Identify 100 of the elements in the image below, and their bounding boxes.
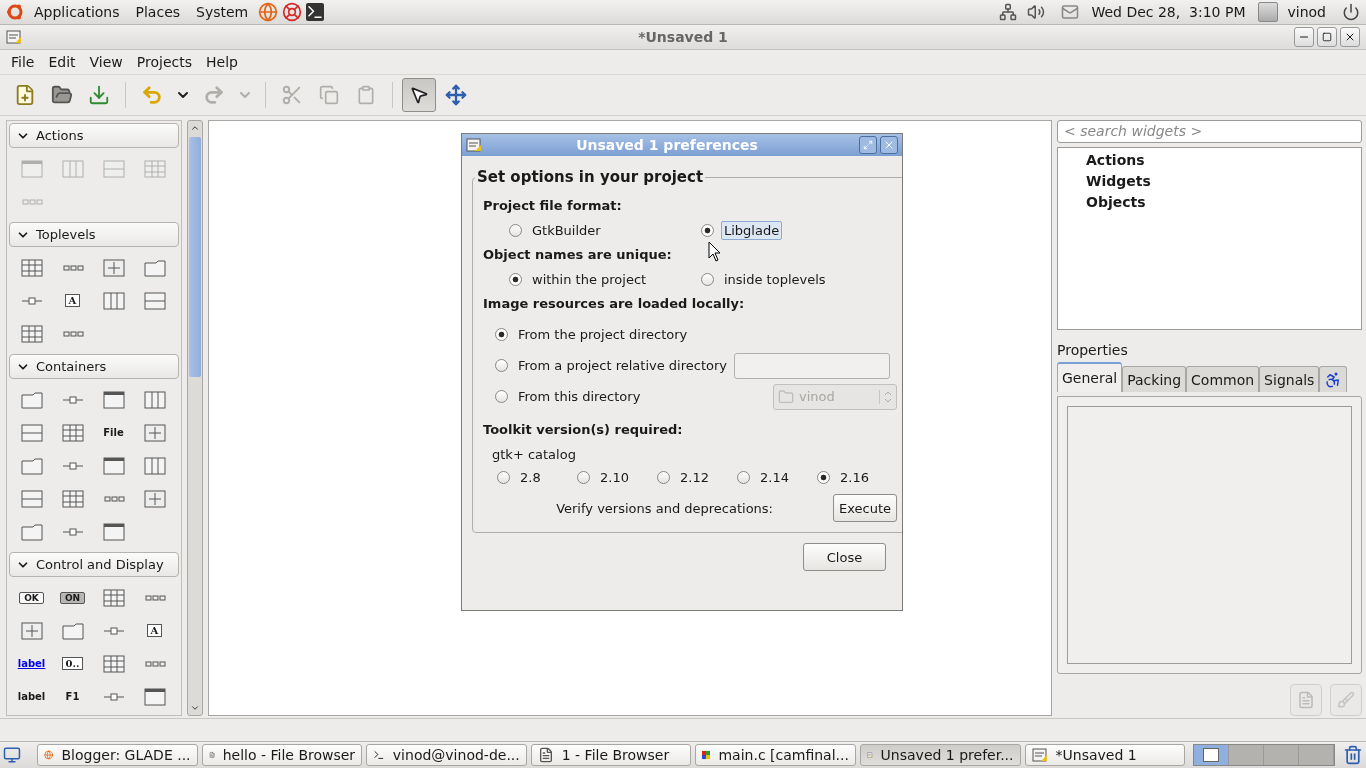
widget-button[interactable]: OK — [19, 591, 44, 604]
lifebuoy-icon[interactable] — [282, 2, 303, 22]
menu-item[interactable]: View — [82, 52, 130, 72]
brush-icon — [1337, 690, 1355, 710]
tree-item[interactable]: Actions — [1086, 152, 1145, 168]
radio-button[interactable] — [737, 471, 750, 484]
document-icon — [1297, 690, 1315, 710]
spin-arrows-icon — [884, 389, 892, 404]
volume-icon[interactable] — [1027, 3, 1046, 21]
taskbar-item[interactable]: vinod@vinod-de... — [366, 744, 527, 766]
maximize-button[interactable] — [1317, 27, 1337, 47]
close-button[interactable]: Close — [803, 543, 886, 571]
radio-button[interactable] — [495, 328, 508, 341]
radio-label[interactable]: 2.12 — [677, 468, 712, 487]
menu-item[interactable]: File — [4, 52, 42, 72]
taskbar-item[interactable]: Blogger: GLADE ... — [36, 744, 198, 766]
section-heading: Toolkit version(s) required: — [483, 422, 683, 437]
taskbar-item[interactable]: Unsaved 1 prefer... — [859, 744, 1021, 766]
group-title: Containers — [36, 359, 107, 374]
widget-label[interactable]: F1 — [65, 689, 80, 704]
group-title: Toplevels — [36, 227, 96, 242]
user-icon[interactable] — [1257, 2, 1278, 22]
widget-label[interactable]: label — [17, 689, 46, 704]
palette-group-header[interactable]: Control and Display — [9, 552, 179, 577]
directory-field[interactable] — [734, 352, 890, 379]
editor-icon — [6, 29, 22, 45]
palette-group-header[interactable]: Toplevels — [9, 222, 179, 247]
maximize-icon — [1322, 32, 1332, 42]
panel-menu[interactable]: Places — [129, 2, 187, 22]
radio-label[interactable]: 2.16 — [837, 468, 872, 487]
radio-button[interactable] — [495, 359, 508, 372]
tree-item[interactable]: Widgets — [1086, 173, 1151, 189]
properties-tab[interactable]: Packing — [1122, 366, 1187, 393]
radio-button[interactable] — [657, 471, 670, 484]
widget-toggle[interactable]: ON — [59, 591, 86, 604]
section-heading: Project file format: — [483, 198, 622, 213]
taskbar-item[interactable]: hello - File Browser — [201, 744, 363, 766]
menu-item[interactable]: Edit — [41, 52, 83, 72]
radio-label[interactable]: GtkBuilder — [529, 220, 604, 240]
trash-icon[interactable] — [1343, 745, 1364, 765]
desktop-icon[interactable] — [3, 746, 21, 764]
logo-icon[interactable] — [6, 3, 24, 21]
properties-tab[interactable]: General — [1057, 362, 1123, 393]
radio-button[interactable] — [701, 223, 714, 237]
radio-label[interactable]: 2.10 — [597, 468, 632, 487]
terminal-icon[interactable] — [306, 3, 325, 21]
radio-label[interactable]: inside toplevels — [721, 269, 829, 289]
window-thumbnail — [1203, 748, 1220, 762]
palette-group-header[interactable]: Containers — [9, 354, 179, 379]
clock[interactable]: Wed Dec 28, 3:10 PM — [1083, 4, 1254, 20]
radio-button[interactable] — [509, 223, 522, 237]
taskbar-item[interactable]: 1 - File Browser — [530, 744, 692, 766]
power-icon[interactable] — [1342, 3, 1360, 21]
radio-label[interactable]: From a project relative directory — [515, 356, 730, 375]
radio-label[interactable]: Libglade — [721, 220, 783, 240]
widget-label[interactable]: File — [103, 425, 124, 440]
scroll-down-icon[interactable] — [190, 703, 200, 713]
properties-tab[interactable]: Signals — [1259, 366, 1320, 393]
radio-label[interactable]: within the project — [529, 269, 650, 289]
menu-item[interactable]: Help — [199, 52, 245, 72]
network-icon[interactable] — [999, 3, 1018, 21]
taskbar-item[interactable]: *Unsaved 1 — [1024, 744, 1186, 766]
section-heading: Image resources are loaded locally: — [483, 296, 745, 311]
close-button[interactable] — [1340, 27, 1360, 47]
radio-button[interactable] — [509, 272, 522, 286]
toolbar-button[interactable] — [402, 78, 436, 112]
execute-button[interactable]: Execute — [833, 494, 897, 522]
properties-tab[interactable] — [1319, 366, 1348, 393]
workspace[interactable] — [1194, 745, 1230, 765]
user-name[interactable]: vinod — [1281, 2, 1332, 22]
mail-icon[interactable] — [1061, 3, 1080, 21]
redo-icon — [203, 84, 225, 106]
folder-icon — [51, 84, 73, 106]
tree-item[interactable]: Objects — [1086, 194, 1146, 210]
widget-icon-text[interactable]: A — [64, 294, 81, 307]
properties-tab[interactable]: Common — [1186, 366, 1260, 393]
radio-label[interactable]: 2.8 — [517, 468, 544, 487]
maximize-button[interactable] — [859, 136, 877, 154]
move-icon — [445, 84, 467, 106]
taskbar-item[interactable]: main.c [camfinal... — [695, 744, 856, 766]
close-icon — [883, 139, 895, 151]
radio-button[interactable] — [577, 471, 590, 484]
widget-icon-text[interactable]: A — [146, 624, 163, 637]
radio-button[interactable] — [701, 272, 714, 286]
widget-icon-text[interactable]: 0.. — [61, 657, 84, 670]
scrollbar[interactable] — [187, 120, 203, 716]
pointer-icon — [409, 85, 429, 105]
radio-button[interactable] — [817, 471, 830, 484]
radio-button[interactable] — [497, 471, 510, 484]
scroll-up-icon[interactable] — [190, 123, 200, 133]
menu-item[interactable]: Projects — [129, 52, 199, 72]
cursor-icon — [708, 241, 722, 263]
widget-link[interactable]: label — [17, 658, 46, 669]
minimize-button[interactable] — [1294, 27, 1314, 47]
panel-menu[interactable]: System — [190, 2, 255, 22]
radio-label[interactable]: From the project directory — [515, 325, 691, 344]
panel-menu[interactable]: Applications — [28, 2, 126, 22]
search-field[interactable]: < search widgets > — [1057, 120, 1362, 143]
globe-icon[interactable] — [258, 2, 279, 22]
radio-label[interactable]: 2.14 — [757, 468, 792, 487]
